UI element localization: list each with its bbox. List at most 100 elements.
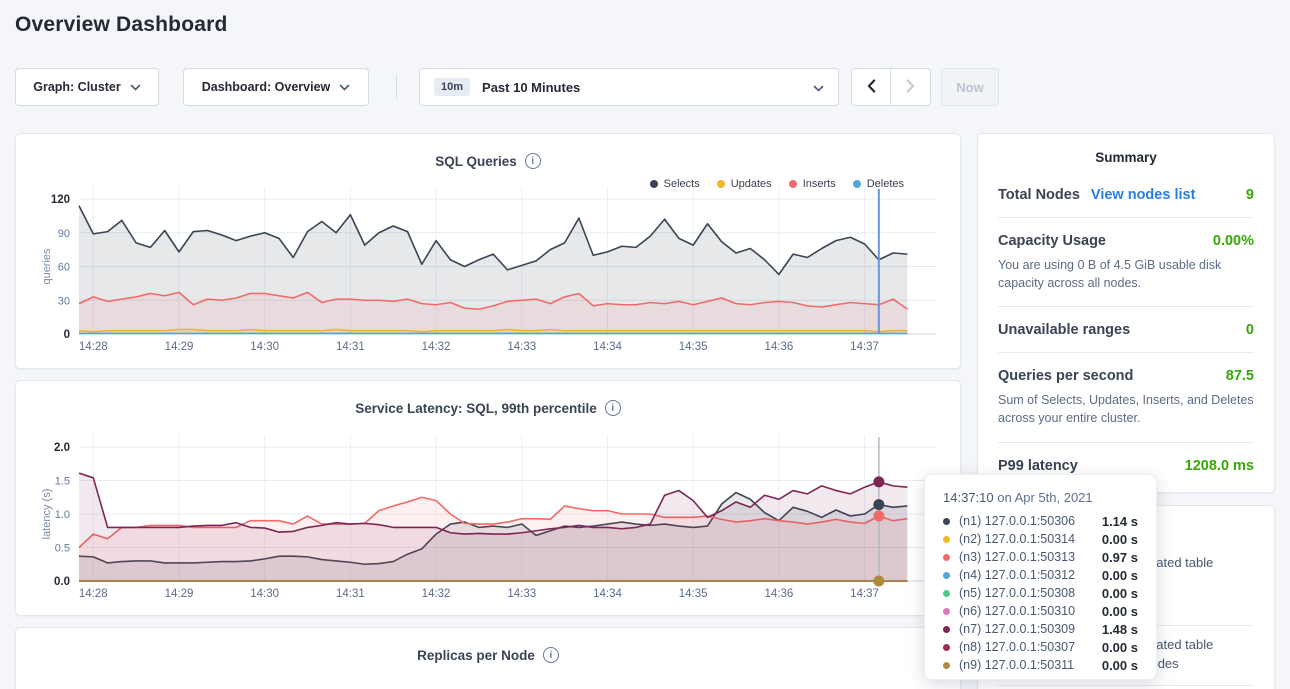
tooltip-node-row: (n1) 127.0.0.1:503061.14 s <box>943 512 1138 530</box>
svg-text:14:35: 14:35 <box>679 341 708 353</box>
tooltip-node-row: (n3) 127.0.0.1:50313 0.97 s <box>943 548 1138 566</box>
total-nodes-label: Total Nodes <box>998 187 1080 203</box>
chevron-down-icon <box>339 80 350 94</box>
svg-text:14:28: 14:28 <box>79 341 108 353</box>
node-latency-value: 0.00 s <box>1102 586 1138 601</box>
svg-text:90: 90 <box>58 228 70 240</box>
svg-text:14:36: 14:36 <box>764 588 793 600</box>
tooltip-node-row: (n8) 127.0.0.1:50307 0.00 s <box>943 638 1138 656</box>
node-latency-value: 0.97 s <box>1102 550 1138 565</box>
tooltip-node-row: (n7) 127.0.0.1:503091.48 s <box>943 620 1138 638</box>
chevron-down-icon <box>813 80 824 95</box>
unavailable-ranges-label: Unavailable ranges <box>998 322 1130 338</box>
capacity-label: Capacity Usage <box>998 233 1106 249</box>
service-latency-chart[interactable]: 0.00.51.01.52.014:2814:2914:3014:3114:32… <box>16 381 961 616</box>
svg-text:14:28: 14:28 <box>79 588 108 600</box>
svg-text:14:34: 14:34 <box>593 588 622 600</box>
svg-text:14:32: 14:32 <box>422 341 451 353</box>
node-address: (n5) 127.0.0.1:50308 <box>959 586 1075 600</box>
svg-text:120: 120 <box>51 194 70 206</box>
legend-dot-icon <box>789 180 797 188</box>
chart-title: Replicas per Node <box>417 648 535 663</box>
summary-title: Summary <box>998 150 1254 179</box>
capacity-value: 0.00% <box>1213 233 1254 249</box>
dashboard-dropdown[interactable]: Dashboard: Overview <box>183 68 369 106</box>
svg-text:1.0: 1.0 <box>55 509 70 521</box>
node-latency-value: 0.00 s <box>1102 604 1138 619</box>
tooltip-node-rows: (n1) 127.0.0.1:503061.14 s(n2) 127.0.0.1… <box>943 512 1138 674</box>
now-button[interactable]: Now <box>941 68 999 106</box>
info-icon[interactable]: i <box>525 153 541 169</box>
info-icon[interactable]: i <box>543 647 559 663</box>
node-latency-value: 0.00 s <box>1102 658 1138 673</box>
legend-entry[interactable]: Updates <box>717 178 772 190</box>
node-address: (n3) 127.0.0.1:50313 <box>959 550 1075 564</box>
node-color-dot-icon <box>943 590 950 597</box>
node-color-dot-icon <box>943 572 950 579</box>
capacity-desc: You are using 0 B of 4.5 GiB usable disk… <box>998 256 1254 292</box>
svg-text:14:29: 14:29 <box>165 341 194 353</box>
svg-text:14:34: 14:34 <box>593 341 622 353</box>
graph-dropdown[interactable]: Graph: Cluster <box>15 68 159 106</box>
summary-capacity-row: Capacity Usage 0.00% You are using 0 B o… <box>998 217 1254 306</box>
tooltip-node-row: (n2) 127.0.0.1:50314 0.00 s <box>943 530 1138 548</box>
node-address: (n8) 127.0.0.1:50307 <box>959 640 1075 654</box>
time-next-button[interactable] <box>891 69 930 105</box>
svg-text:14:31: 14:31 <box>336 588 365 600</box>
page-title: Overview Dashboard <box>15 13 228 37</box>
svg-text:14:29: 14:29 <box>165 588 194 600</box>
node-color-dot-icon <box>943 626 950 633</box>
summary-qps-row: Queries per second 87.5 Sum of Selects, … <box>998 352 1254 441</box>
chart-legend: Selects Updates Inserts Deletes <box>650 178 904 190</box>
svg-text:14:33: 14:33 <box>507 341 536 353</box>
node-latency-value: 0.00 s <box>1102 532 1138 547</box>
legend-label: Updates <box>731 178 772 190</box>
svg-text:0: 0 <box>64 329 70 341</box>
graph-dropdown-label: Graph: Cluster <box>33 80 121 94</box>
node-color-dot-icon <box>943 554 950 561</box>
legend-entry[interactable]: Deletes <box>853 178 904 190</box>
chart-title: Service Latency: SQL, 99th percentile <box>355 401 597 416</box>
sql-queries-panel: 0 30 60 90 120 14:28 14:29 14:30 14:31 14:32 14:33… <box>15 133 961 369</box>
svg-text:14:32: 14:32 <box>422 588 451 600</box>
time-range-dropdown[interactable]: 10m Past 10 Minutes <box>419 68 839 106</box>
legend-label: Deletes <box>867 178 904 190</box>
svg-text:latency (s): latency (s) <box>41 489 53 540</box>
node-address: (n2) 127.0.0.1:50314 <box>959 532 1075 546</box>
view-nodes-list-link[interactable]: View nodes list <box>1091 187 1196 203</box>
legend-entry[interactable]: Inserts <box>789 178 836 190</box>
time-prev-button[interactable] <box>852 69 891 105</box>
svg-text:14:35: 14:35 <box>679 588 708 600</box>
node-latency-value: 0.00 s <box>1102 568 1138 583</box>
chevron-right-icon <box>906 79 915 96</box>
svg-text:14:37: 14:37 <box>850 588 879 600</box>
node-latency-value: 1.48 s <box>1102 622 1138 637</box>
node-color-dot-icon <box>943 662 950 669</box>
summary-unavailable-row: Unavailable ranges 0 <box>998 306 1254 352</box>
svg-text:30: 30 <box>58 295 70 307</box>
node-latency-value: 0.00 s <box>1102 640 1138 655</box>
node-color-dot-icon <box>943 518 950 525</box>
svg-text:60: 60 <box>58 262 70 274</box>
tooltip-node-row: (n4) 127.0.0.1:503120.00 s <box>943 566 1138 584</box>
info-icon[interactable]: i <box>605 400 621 416</box>
svg-text:14:33: 14:33 <box>507 588 536 600</box>
tooltip-node-row: (n6) 127.0.0.1:503100.00 s <box>943 602 1138 620</box>
node-color-dot-icon <box>943 536 950 543</box>
qps-value: 87.5 <box>1226 368 1254 384</box>
time-range-badge: 10m <box>434 78 470 96</box>
svg-text:1.5: 1.5 <box>55 476 70 488</box>
node-latency-value: 1.14 s <box>1102 514 1138 529</box>
chart-title: SQL Queries <box>435 154 517 169</box>
sql-queries-chart[interactable]: 0 30 60 90 120 14:28 14:29 14:30 14:31 14:32 14:33… <box>16 134 961 369</box>
svg-text:2.0: 2.0 <box>54 442 70 454</box>
svg-text:queries: queries <box>41 248 53 285</box>
svg-text:14:31: 14:31 <box>336 341 365 353</box>
replicas-per-node-panel: Replicas per Node i <box>15 627 961 689</box>
legend-entry[interactable]: Selects <box>650 178 700 190</box>
legend-dot-icon <box>717 180 725 188</box>
svg-text:14:30: 14:30 <box>250 341 279 353</box>
qps-desc: Sum of Selects, Updates, Inserts, and De… <box>998 391 1254 427</box>
chevron-down-icon <box>130 80 141 94</box>
tooltip-node-row: (n5) 127.0.0.1:50308 0.00 s <box>943 584 1138 602</box>
